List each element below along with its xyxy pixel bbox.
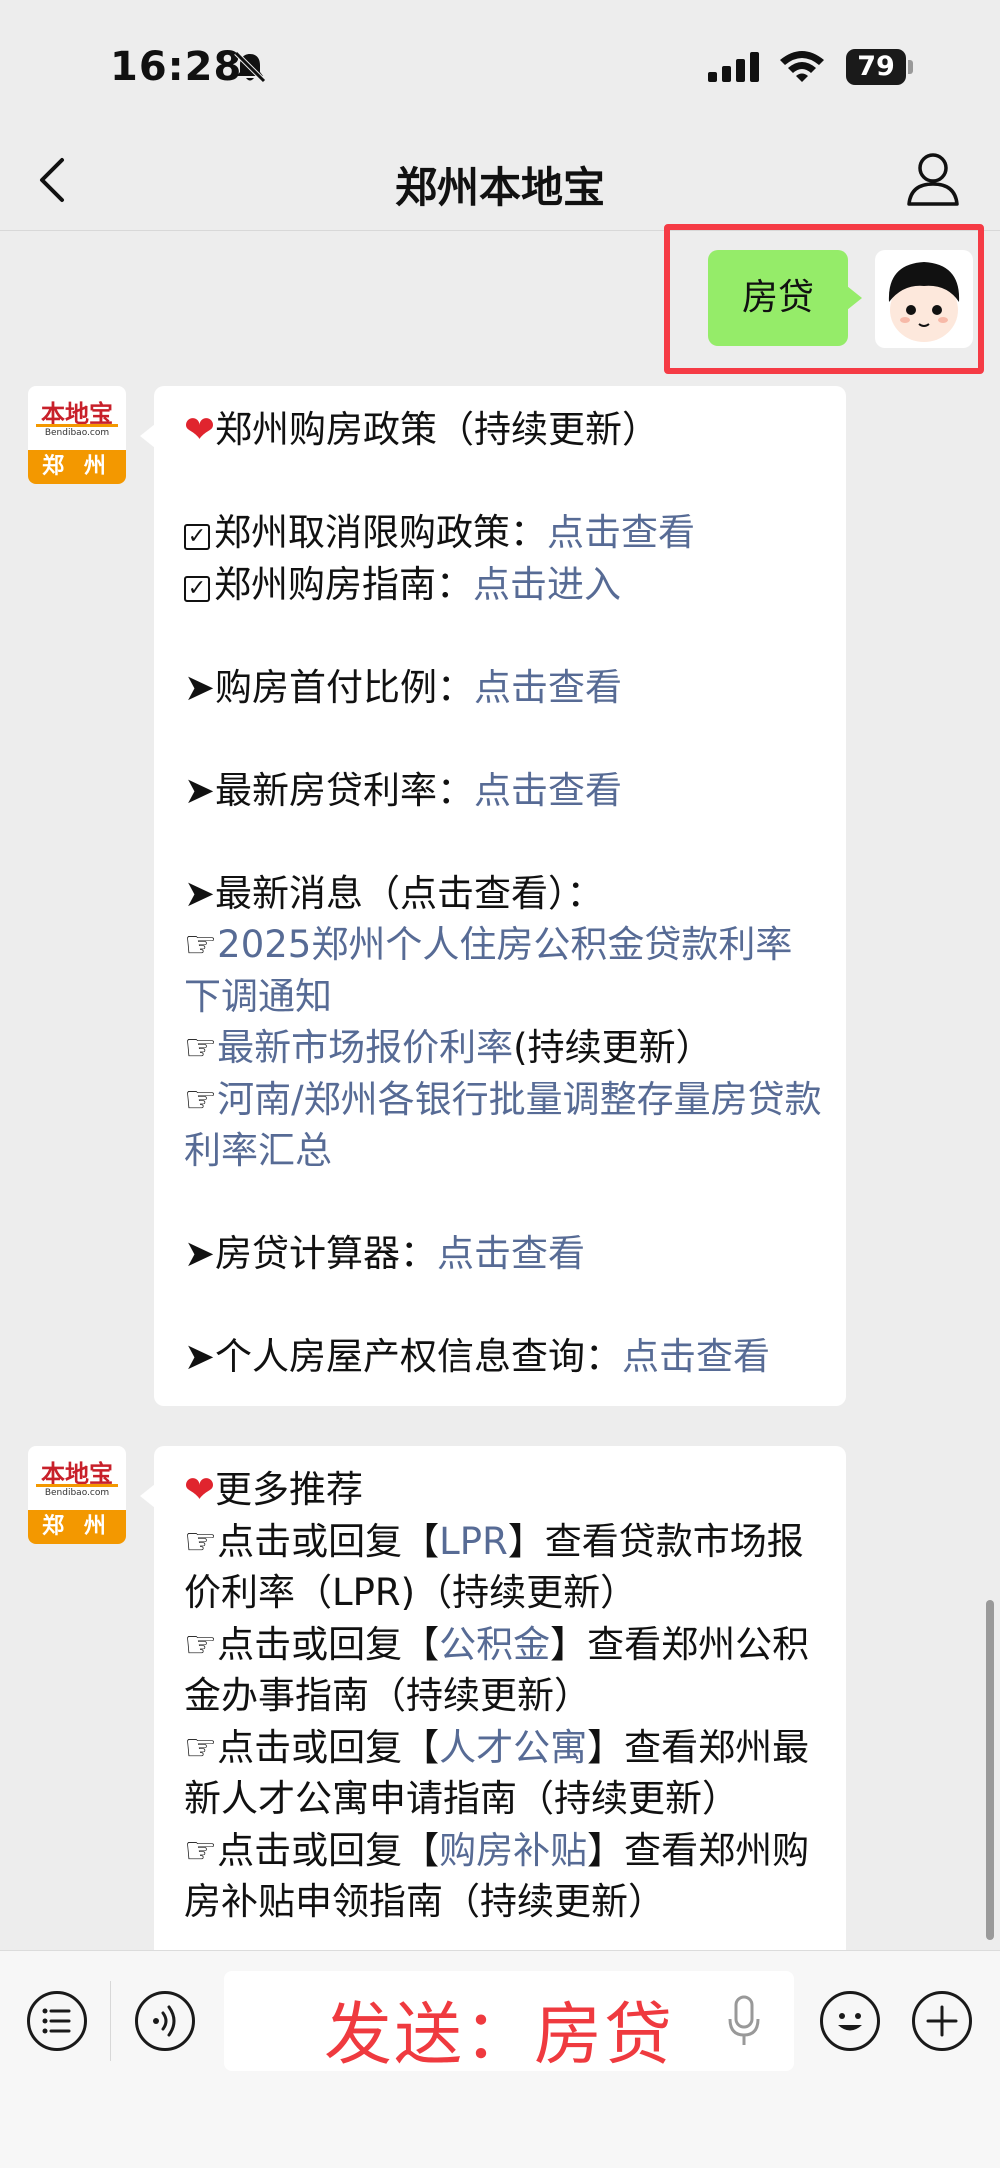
incoming-message-bubble: ❤更多推荐 ☞点击或回复【LPR】查看贷款市场报价利率（LPR)（持续更新） ☞… [140,1446,846,1966]
voice-wave-icon [153,2005,176,2037]
input-bar: 发送：房贷 [0,1950,1000,2168]
list-item: ☞2025郑州个人住房公积金贷款利率下调通知 [184,919,824,1022]
heart-icon: ❤ [184,408,216,451]
list-item: ➤个人房屋产权信息查询：点击查看 [184,1331,824,1383]
hand-pointer-icon: ☞ [184,1026,218,1069]
message-title: 更多推荐 [215,1468,364,1511]
microphone-icon[interactable] [726,1995,762,2047]
cellular-signal-icon [708,52,759,82]
wifi-icon [780,51,824,82]
message-title: 郑州购房政策（持续更新） [215,408,660,451]
logo-url: Bendibao.com [44,1488,110,1498]
item-prefix: ☞点击或回复【 [184,1828,440,1872]
list-item: ☞点击或回复【人才公寓】查看郑州最新人才公寓申请指南（持续更新） [184,1722,824,1825]
heart-icon: ❤ [184,1468,216,1511]
checkbox-icon: ✓ [184,575,210,602]
item-label: ➤房贷计算器： [184,1232,438,1275]
item-label: 郑州取消限购政策： [214,511,547,554]
purchase-guide-link[interactable]: 点击进入 [473,563,621,606]
logo-divider [36,1484,118,1487]
bank-rate-summary-link[interactable]: 河南/郑州各银行批量调整存量房贷款利率汇总 [184,1078,822,1173]
battery-cap [908,60,913,74]
hand-pointer-icon: ☞ [184,1077,218,1121]
status-bar: 16:28 79 [0,0,1000,130]
logo-divider [36,424,118,427]
checkbox-icon: ✓ [184,524,210,550]
input-divider [110,1981,111,2061]
property-query-link[interactable]: 点击查看 [622,1335,770,1378]
list-item: ☞点击或回复【LPR】查看贷款市场报价利率（LPR)（持续更新） [184,1516,824,1619]
incoming-message-bubble: ❤郑州购房政策（持续更新） ✓ 郑州取消限购政策：点击查看 ✓ 郑州购房指南：点击进… [140,386,846,1406]
item-label: ➤个人房屋产权信息查询： [184,1335,623,1378]
item-label: ➤购房首付比例： [184,665,475,709]
menu-button[interactable] [27,1991,87,2051]
item-label: 郑州购房指南： [214,562,473,606]
page-title: 郑州本地宝 [394,163,605,212]
clock: 16:28 [110,44,243,90]
input-text: 发送：房贷 [324,1996,675,2075]
smiley-icon [838,2013,862,2031]
bot-avatar[interactable]: 本地宝 Bendibao.com 郑 州 [28,386,126,484]
down-payment-link[interactable]: 点击查看 [474,666,622,709]
message-title-line: ❤郑州购房政策（持续更新） [184,404,824,456]
item-prefix: ☞点击或回复【 [184,1725,440,1769]
profile-icon[interactable] [905,150,961,208]
plus-icon [926,2005,958,2037]
list-menu-icon [42,2008,71,2034]
nav-bar: 郑州本地宝 [0,130,1000,231]
battery-indicator: 79 [846,49,906,85]
provident-fund-rate-link[interactable]: 2025郑州个人住房公积金贷款利率下调通知 [184,923,792,1018]
purchase-restriction-link[interactable]: 点击查看 [547,511,695,554]
logo-city: 郑 州 [28,1510,126,1544]
list-item: ☞点击或回复【购房补贴】查看郑州购房补贴申领指南（持续更新） [184,1825,824,1928]
house-subsidy-keyword-link[interactable]: 购房补贴 [439,1829,587,1872]
list-item: ➤最新房贷利率：点击查看 [184,765,824,817]
list-item: ☞最新市场报价利率(持续更新） [184,1022,824,1074]
mortgage-rate-link[interactable]: 点击查看 [474,769,622,812]
user-avatar[interactable] [875,250,973,348]
provident-fund-keyword-link[interactable]: 公积金 [439,1623,550,1666]
item-label: ➤最新消息（点击查看）： [184,871,604,915]
list-item: ☞河南/郑州各银行批量调整存量房贷款利率汇总 [184,1074,824,1177]
bot-avatar[interactable]: 本地宝 Bendibao.com 郑 州 [28,1446,126,1544]
more-button[interactable] [912,1991,972,2051]
item-label: ➤最新房贷利率： [184,768,475,812]
list-item: ➤购房首付比例：点击查看 [184,662,824,714]
lpr-keyword-link[interactable]: LPR [439,1520,508,1563]
list-item: ➤房贷计算器：点击查看 [184,1228,824,1280]
list-item: ✓ 郑州取消限购政策：点击查看 [184,507,824,559]
voice-mode-button[interactable] [135,1991,195,2051]
scrollbar[interactable] [986,1600,994,1940]
item-suffix: (持续更新） [513,1026,713,1069]
bell-mute-icon [234,51,266,83]
list-item: ☞点击或回复【公积金】查看郑州公积金办事指南（持续更新） [184,1619,824,1722]
logo-city: 郑 州 [28,450,126,484]
emoji-button[interactable] [820,1991,880,2051]
logo-url: Bendibao.com [44,428,110,438]
item-prefix: ☞点击或回复【 [184,1519,440,1563]
message-input[interactable]: 发送：房贷 [224,1971,794,2075]
message-title-line: ❤更多推荐 [184,1464,824,1516]
list-item: ➤最新消息（点击查看）： [184,868,824,920]
market-rate-link[interactable]: 最新市场报价利率 [217,1026,513,1069]
item-prefix: ☞点击或回复【 [184,1622,440,1666]
hand-pointer-icon: ☞ [184,923,218,966]
outgoing-message-bubble[interactable]: 房贷 [708,250,862,346]
list-item: ✓ 郑州购房指南：点击进入 [184,559,824,611]
mortgage-calculator-link[interactable]: 点击查看 [437,1232,585,1275]
cartoon-face-icon [888,262,960,342]
talent-apartment-keyword-link[interactable]: 人才公寓 [439,1726,587,1769]
